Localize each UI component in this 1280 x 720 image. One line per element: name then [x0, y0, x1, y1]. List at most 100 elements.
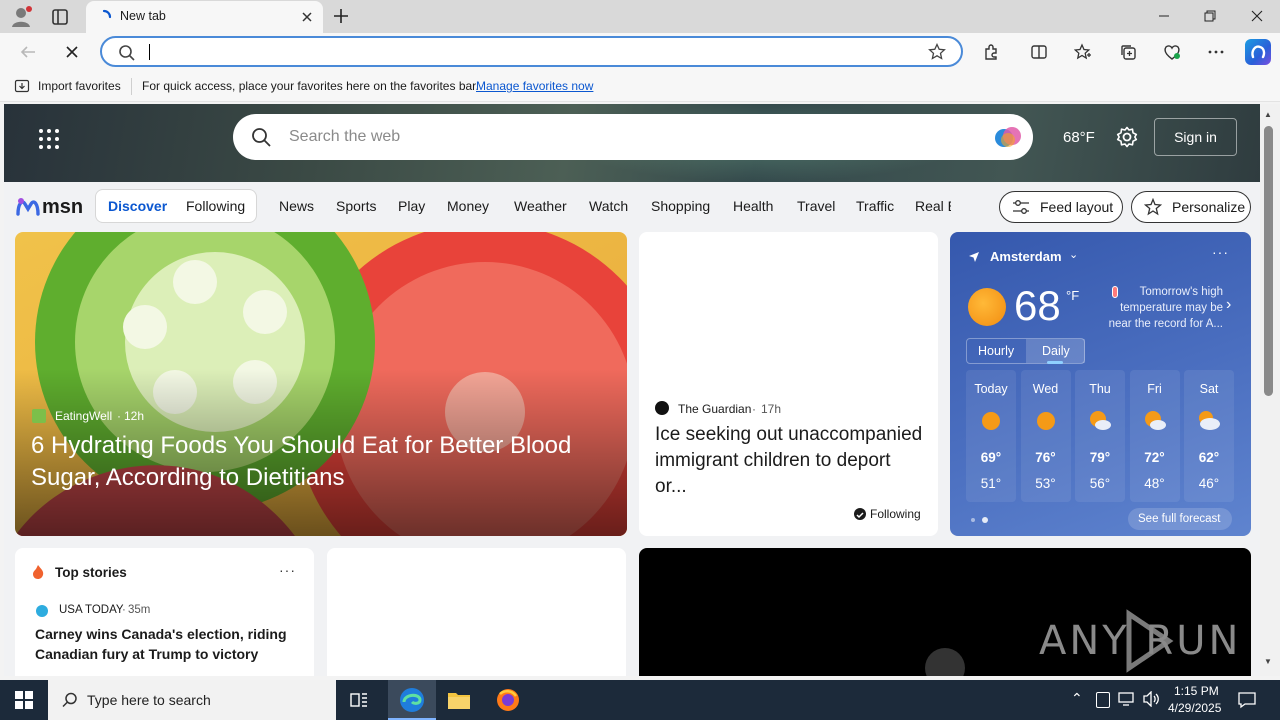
sun-icon: [1035, 410, 1057, 432]
scroll-up-arrow-icon[interactable]: ▲: [1264, 110, 1272, 119]
task-view-icon[interactable]: [349, 690, 369, 710]
loading-icon: [96, 9, 112, 25]
forecast-day-sat[interactable]: Sat 62° 46°: [1184, 370, 1234, 502]
forecast-day-today[interactable]: Today 69° 51°: [966, 370, 1016, 502]
page-dot-2[interactable]: [982, 517, 988, 523]
restore-button[interactable]: [1187, 4, 1233, 28]
following-label[interactable]: Following: [870, 507, 921, 521]
tab-following[interactable]: Following: [186, 198, 245, 214]
forecast-day-wed[interactable]: Wed 76° 53°: [1020, 370, 1071, 502]
back-icon[interactable]: [17, 41, 39, 63]
tab-new-tab[interactable]: New tab: [86, 1, 323, 33]
top-story-age: 35m: [128, 604, 151, 616]
close-window-button[interactable]: [1234, 4, 1280, 28]
new-tab-button[interactable]: [330, 5, 352, 27]
close-tab-icon[interactable]: [299, 9, 315, 25]
top-stories-more-icon[interactable]: ···: [279, 562, 296, 578]
favorites-icon[interactable]: [1072, 41, 1094, 63]
web-search-box[interactable]: Search the web: [233, 114, 1033, 160]
volume-icon[interactable]: [1142, 690, 1160, 708]
feed-layout-button[interactable]: Feed layout: [999, 191, 1123, 223]
edge-icon: [400, 688, 424, 712]
extensions-icon[interactable]: [980, 41, 1002, 63]
tray-device-icon[interactable]: [1096, 692, 1110, 708]
see-full-forecast-button[interactable]: See full forecast: [1128, 508, 1232, 530]
scroll-down-arrow-icon[interactable]: ▼: [1264, 657, 1272, 666]
sign-in-button[interactable]: Sign in: [1154, 118, 1237, 156]
watermark-text: ANY RUN: [1039, 618, 1242, 664]
nav-item-traffic[interactable]: Traffic: [856, 198, 894, 214]
title-bar: New tab: [0, 0, 1280, 33]
network-icon[interactable]: [1118, 692, 1134, 706]
import-favorites-button[interactable]: Import favorites: [38, 79, 121, 93]
taskbar-search-box[interactable]: Type here to search: [48, 680, 336, 720]
favorites-bar: Import favorites For quick access, place…: [0, 71, 1280, 102]
weather-unit[interactable]: °F: [1066, 288, 1079, 303]
nav-item-real-estate[interactable]: Real E: [915, 198, 951, 214]
tab-discover[interactable]: Discover: [108, 198, 167, 214]
personalize-button[interactable]: Personalize: [1131, 191, 1251, 223]
nav-item-play[interactable]: Play: [398, 198, 425, 214]
msn-logo[interactable]: msn: [16, 194, 86, 220]
scroll-thumb[interactable]: [1264, 126, 1273, 396]
nav-item-weather[interactable]: Weather: [514, 198, 567, 214]
guardian-headline[interactable]: Ice seeking out unaccompanied immigrant …: [655, 422, 923, 500]
vertical-scrollbar[interactable]: ▲ ▼: [1260, 104, 1280, 676]
nav-item-watch[interactable]: Watch: [589, 198, 628, 214]
copilot-icon[interactable]: [1245, 39, 1271, 65]
guardian-age: 17h: [761, 402, 782, 416]
address-bar[interactable]: [100, 36, 963, 67]
file-explorer-icon[interactable]: [447, 689, 471, 711]
start-button[interactable]: [0, 680, 48, 720]
tab-daily[interactable]: Daily: [1042, 344, 1070, 358]
split-screen-icon[interactable]: [1028, 41, 1050, 63]
stop-loading-icon[interactable]: [61, 41, 83, 63]
nav-item-travel[interactable]: Travel: [797, 198, 835, 214]
forecast-day-fri[interactable]: Fri 72° 48°: [1129, 370, 1180, 502]
weather-location[interactable]: Amsterdam: [990, 249, 1062, 264]
nav-item-news[interactable]: News: [279, 198, 314, 214]
clock-date[interactable]: 4/29/2025: [1168, 701, 1221, 715]
web-search-placeholder: Search the web: [289, 128, 401, 145]
apps-launcher-icon[interactable]: [38, 128, 60, 150]
weather-card[interactable]: Amsterdam ⌄ ··· 68 °F Tomorrow's high te…: [950, 232, 1251, 536]
copilot-search-icon[interactable]: [993, 124, 1023, 150]
tab-actions-icon[interactable]: [50, 7, 70, 27]
video-card[interactable]: ANY RUN: [639, 548, 1251, 676]
page-dot-1[interactable]: [971, 518, 975, 522]
see-full-forecast-label: See full forecast: [1138, 513, 1221, 525]
text-caret: [149, 44, 150, 60]
weather-more-icon[interactable]: ···: [1212, 244, 1229, 260]
manage-favorites-link[interactable]: Manage favorites now: [476, 79, 593, 93]
forecast-day-thu[interactable]: Thu 79° 56°: [1075, 370, 1125, 502]
browser-essentials-icon[interactable]: [1161, 41, 1183, 63]
hero-temperature[interactable]: 68°F: [1063, 129, 1095, 146]
clock-time[interactable]: 1:15 PM: [1174, 684, 1219, 698]
profile-icon[interactable]: [10, 6, 32, 28]
settings-gear-icon[interactable]: [1116, 126, 1138, 148]
tab-hourly[interactable]: Hourly: [978, 344, 1014, 358]
nav-item-money[interactable]: Money: [447, 198, 489, 214]
edge-taskbar-button[interactable]: [388, 680, 436, 720]
minimize-button[interactable]: [1141, 4, 1187, 28]
tray-chevron-up-icon[interactable]: ⌃: [1071, 690, 1083, 707]
nav-item-health[interactable]: Health: [733, 198, 773, 214]
chevron-right-icon[interactable]: ›: [1226, 296, 1231, 314]
favorite-star-icon[interactable]: [928, 42, 946, 61]
weather-note[interactable]: Tomorrow's high temperature may be near …: [1095, 284, 1223, 332]
nav-item-shopping[interactable]: Shopping: [651, 198, 710, 214]
feature-story-card[interactable]: EatingWell · 12h 6 Hydrating Foods You S…: [15, 232, 627, 536]
firefox-icon[interactable]: [496, 688, 520, 712]
feature-headline[interactable]: 6 Hydrating Foods You Should Eat for Bet…: [31, 430, 611, 494]
favorites-hint: For quick access, place your favorites h…: [142, 79, 479, 93]
chevron-down-icon[interactable]: ⌄: [1069, 248, 1078, 261]
nav-item-sports[interactable]: Sports: [336, 198, 376, 214]
top-story-headline[interactable]: Carney wins Canada's election, riding Ca…: [35, 624, 297, 664]
forecast-low: 53°: [1035, 476, 1056, 491]
blank-story-card[interactable]: [327, 548, 626, 676]
guardian-story-card[interactable]: The Guardian · 17h Ice seeking out unacc…: [639, 232, 938, 536]
collections-icon[interactable]: [1117, 41, 1139, 63]
browser-toolbar: [0, 33, 1280, 71]
more-menu-icon[interactable]: [1205, 41, 1227, 63]
notifications-icon[interactable]: [1238, 691, 1256, 709]
